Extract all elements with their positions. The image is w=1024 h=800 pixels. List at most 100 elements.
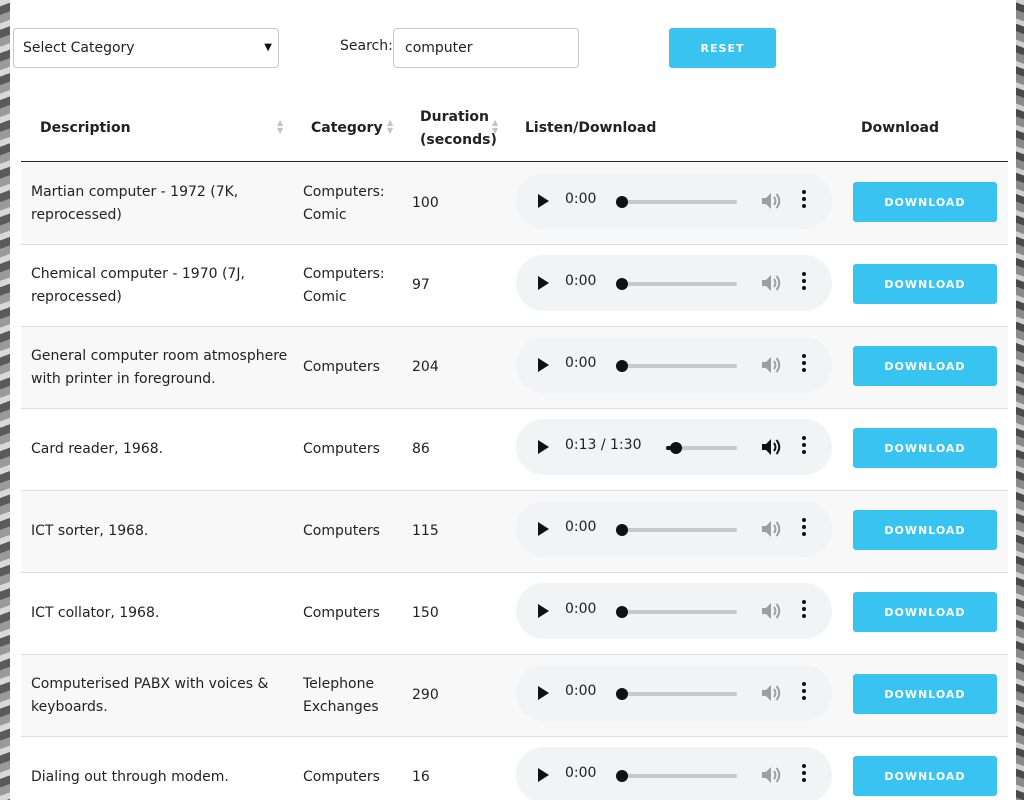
table-header: Description ▲ ▼ Category ▲ ▼ Duration (sec… bbox=[21, 100, 1008, 162]
audio-player: 0:00 bbox=[516, 501, 832, 557]
play-icon[interactable] bbox=[538, 604, 549, 618]
play-icon[interactable] bbox=[538, 358, 549, 372]
download-button[interactable]: DOWNLOAD bbox=[853, 428, 997, 468]
volume-icon[interactable] bbox=[760, 437, 782, 457]
seek-bar[interactable] bbox=[622, 692, 737, 696]
volume-icon[interactable] bbox=[760, 355, 782, 375]
seek-bar[interactable] bbox=[622, 200, 737, 204]
play-icon[interactable] bbox=[538, 194, 549, 208]
seek-handle[interactable] bbox=[670, 442, 682, 454]
volume-icon[interactable] bbox=[760, 519, 782, 539]
row-duration: 290 bbox=[412, 687, 439, 703]
category-select[interactable]: Select Category ▼ bbox=[13, 28, 279, 68]
row-description: Martian computer - 1972 (7K, reprocessed… bbox=[31, 183, 239, 223]
row-duration: 115 bbox=[412, 523, 439, 539]
volume-icon[interactable] bbox=[760, 273, 782, 293]
more-vertical-icon[interactable] bbox=[802, 436, 806, 458]
volume-icon[interactable] bbox=[760, 191, 782, 211]
row-description: Computerised PABX with voices & keyboard… bbox=[31, 675, 269, 715]
seek-handle[interactable] bbox=[616, 770, 628, 782]
more-vertical-icon[interactable] bbox=[802, 764, 806, 786]
download-button[interactable]: DOWNLOAD bbox=[853, 510, 997, 550]
seek-handle[interactable] bbox=[616, 360, 628, 372]
play-icon[interactable] bbox=[538, 276, 549, 290]
header-download: Download bbox=[861, 120, 940, 136]
download-button[interactable]: DOWNLOAD bbox=[853, 674, 997, 714]
play-icon[interactable] bbox=[538, 768, 549, 782]
download-button[interactable]: DOWNLOAD bbox=[853, 182, 997, 222]
volume-icon[interactable] bbox=[760, 601, 782, 621]
seek-handle[interactable] bbox=[616, 606, 628, 618]
header-duration-line1: Duration bbox=[420, 109, 490, 125]
row-duration: 86 bbox=[412, 441, 430, 457]
seek-handle[interactable] bbox=[616, 278, 628, 290]
row-duration: 16 bbox=[412, 769, 430, 785]
row-duration: 100 bbox=[412, 195, 439, 211]
reset-button[interactable]: RESET bbox=[669, 28, 776, 68]
seek-bar[interactable] bbox=[622, 528, 737, 532]
row-category: Computers: Comic bbox=[303, 183, 385, 223]
audio-player: 0:00 bbox=[516, 173, 832, 229]
play-icon[interactable] bbox=[538, 686, 549, 700]
volume-icon[interactable] bbox=[760, 765, 782, 785]
header-category[interactable]: Category bbox=[311, 120, 383, 136]
seek-bar[interactable] bbox=[622, 774, 737, 778]
row-duration: 204 bbox=[412, 359, 439, 375]
player-time: 0:00 bbox=[565, 191, 597, 207]
more-vertical-icon[interactable] bbox=[802, 682, 806, 704]
play-icon[interactable] bbox=[538, 522, 549, 536]
more-vertical-icon[interactable] bbox=[802, 518, 806, 540]
table-row: General computer room atmosphere with pr… bbox=[21, 327, 1008, 409]
download-button[interactable]: DOWNLOAD bbox=[853, 756, 997, 796]
table-row: Dialing out through modem. Computers 16 … bbox=[21, 737, 1008, 800]
row-category: Telephone Exchanges bbox=[303, 675, 379, 715]
header-listen: Listen/Download bbox=[525, 120, 657, 136]
row-category: Computers bbox=[303, 605, 380, 621]
audio-player: 0:00 bbox=[516, 583, 832, 639]
search-input[interactable] bbox=[393, 28, 579, 68]
download-button[interactable]: DOWNLOAD bbox=[853, 346, 997, 386]
row-category: Computers: Comic bbox=[303, 265, 385, 305]
audio-player: 0:00 bbox=[516, 747, 832, 800]
more-vertical-icon[interactable] bbox=[802, 190, 806, 212]
background-photo-left bbox=[0, 0, 10, 800]
header-description[interactable]: Description bbox=[40, 120, 131, 136]
player-time: 0:00 bbox=[565, 765, 597, 781]
audio-player: 0:00 bbox=[516, 337, 832, 393]
volume-icon[interactable] bbox=[760, 683, 782, 703]
player-time: 0:00 bbox=[565, 355, 597, 371]
more-vertical-icon[interactable] bbox=[802, 354, 806, 376]
player-time: 0:00 bbox=[565, 519, 597, 535]
header-duration[interactable]: Duration (seconds) bbox=[420, 106, 497, 152]
play-icon[interactable] bbox=[538, 440, 549, 454]
more-vertical-icon[interactable] bbox=[802, 600, 806, 622]
row-description: Card reader, 1968. bbox=[31, 441, 164, 457]
row-description: Chemical computer - 1970 (7J, reprocesse… bbox=[31, 265, 245, 305]
row-category: Computers bbox=[303, 523, 380, 539]
seek-bar[interactable] bbox=[622, 282, 737, 286]
seek-handle[interactable] bbox=[616, 524, 628, 536]
more-vertical-icon[interactable] bbox=[802, 272, 806, 294]
audio-player: 0:00 bbox=[516, 665, 832, 721]
seek-handle[interactable] bbox=[616, 688, 628, 700]
audio-player: 0:00 bbox=[516, 255, 832, 311]
row-description: ICT sorter, 1968. bbox=[31, 523, 149, 539]
seek-handle[interactable] bbox=[616, 196, 628, 208]
row-duration: 150 bbox=[412, 605, 439, 621]
row-description: General computer room atmosphere with pr… bbox=[31, 347, 288, 387]
player-time: 0:00 bbox=[565, 601, 597, 617]
sort-icon[interactable]: ▲ ▼ bbox=[277, 119, 283, 135]
chevron-down-icon: ▼ bbox=[264, 42, 272, 53]
download-button[interactable]: DOWNLOAD bbox=[853, 592, 997, 632]
table-body: Martian computer - 1972 (7K, reprocessed… bbox=[21, 163, 1008, 800]
sort-icon[interactable]: ▲ ▼ bbox=[492, 119, 498, 135]
sort-icon[interactable]: ▲ ▼ bbox=[387, 119, 393, 135]
seek-bar[interactable] bbox=[622, 610, 737, 614]
row-description: Dialing out through modem. bbox=[31, 769, 229, 785]
download-button[interactable]: DOWNLOAD bbox=[853, 264, 997, 304]
table-row: Martian computer - 1972 (7K, reprocessed… bbox=[21, 163, 1008, 245]
audio-player: 0:13 / 1:30 bbox=[516, 419, 832, 475]
search-label: Search: bbox=[340, 38, 393, 54]
seek-bar[interactable] bbox=[622, 364, 737, 368]
filter-toolbar: Select Category ▼ Search: RESET bbox=[10, 0, 1016, 90]
